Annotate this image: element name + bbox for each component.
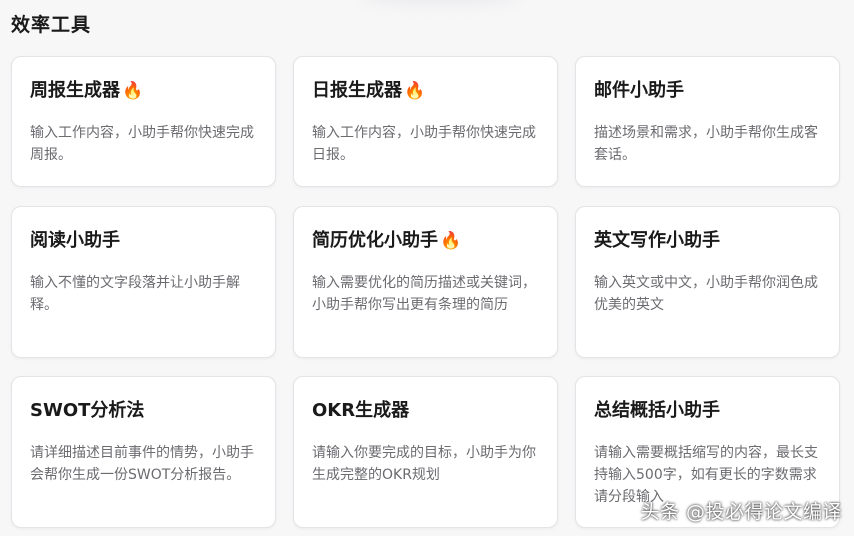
card-description: 输入工作内容，小助手帮你快速完成周报。 — [30, 125, 254, 163]
card-title: 周报生成器 🔥 — [30, 77, 257, 105]
fire-icon: 🔥 — [440, 231, 462, 251]
tool-card-english-writing[interactable]: 英文写作小助手 输入英文或中文，小助手帮你润色成优美的英文 — [575, 206, 840, 358]
card-description: 输入工作内容，小助手帮你快速完成日报。 — [312, 125, 536, 163]
tool-card-reading-assistant[interactable]: 阅读小助手 输入不懂的文字段落并让小助手解释。 — [11, 206, 276, 358]
tool-card-resume-optimizer[interactable]: 简历优化小助手 🔥 输入需要优化的简历描述或关键词，小助手帮你写出更有条理的简历 — [293, 206, 558, 358]
fire-icon: 🔥 — [404, 81, 426, 101]
card-description: 请输入你要完成的目标，小助手为你生成完整的OKR规划 — [312, 445, 536, 483]
card-title: 英文写作小助手 — [594, 230, 720, 251]
card-title: 总结概括小助手 — [594, 400, 720, 421]
section-title: 效率工具 — [11, 14, 92, 36]
card-description: 描述场景和需求，小助手帮你生成客套话。 — [594, 125, 818, 163]
card-description: 请详细描述目前事件的情势，小助手会帮你生成一份SWOT分析报告。 — [30, 445, 254, 483]
tool-card-daily-report[interactable]: 日报生成器 🔥 输入工作内容，小助手帮你快速完成日报。 — [293, 56, 558, 187]
card-title: 阅读小助手 — [30, 230, 120, 251]
top-decoration — [360, 0, 520, 6]
card-title: SWOT分析法 — [30, 400, 145, 421]
card-description: 输入英文或中文，小助手帮你润色成优美的英文 — [594, 275, 818, 313]
card-title: 邮件小助手 — [594, 80, 684, 101]
tool-card-email-assistant[interactable]: 邮件小助手 描述场景和需求，小助手帮你生成客套话。 — [575, 56, 840, 187]
card-title: OKR生成器 — [312, 400, 410, 421]
card-title: 日报生成器 🔥 — [312, 77, 539, 105]
tool-card-okr-generator[interactable]: OKR生成器 请输入你要完成的目标，小助手为你生成完整的OKR规划 — [293, 376, 558, 528]
card-description: 输入不懂的文字段落并让小助手解释。 — [30, 275, 240, 313]
tool-card-swot-analysis[interactable]: SWOT分析法 请详细描述目前事件的情势，小助手会帮你生成一份SWOT分析报告。 — [11, 376, 276, 528]
tool-card-weekly-report[interactable]: 周报生成器 🔥 输入工作内容，小助手帮你快速完成周报。 — [11, 56, 276, 187]
card-title: 简历优化小助手 🔥 — [312, 227, 539, 255]
efficiency-tools-page: 效率工具 周报生成器 🔥 输入工作内容，小助手帮你快速完成周报。 日报生成器 🔥 输… — [0, 0, 854, 536]
watermark: 头条 @投必得论文编译 — [640, 501, 842, 523]
card-description: 输入需要优化的简历描述或关键词，小助手帮你写出更有条理的简历 — [312, 275, 536, 313]
fire-icon: 🔥 — [122, 81, 144, 101]
